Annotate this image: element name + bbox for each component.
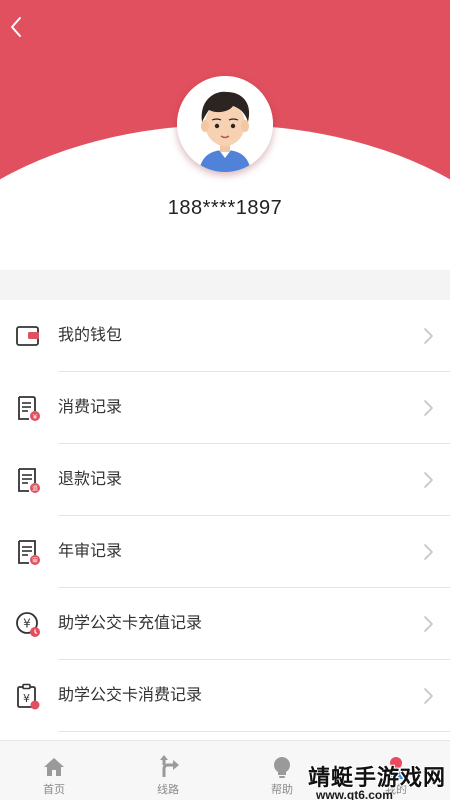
menu-label: 助学公交卡充值记录 [58, 615, 203, 632]
menu-item-annual-review-record[interactable]: 审 年审记录 [0, 516, 450, 588]
menu-label: 我的钱包 [58, 327, 123, 344]
site-watermark: 靖蜓手游戏网 www.qt6.com [308, 760, 448, 800]
tab-label: 线路 [157, 784, 179, 796]
tab-home[interactable]: 首页 [24, 741, 84, 800]
annual-review-icon: 审 [18, 540, 40, 565]
menu-label: 消费记录 [58, 399, 123, 416]
chevron-right-icon [424, 400, 433, 416]
divider [58, 731, 450, 732]
menu-item-student-card-consumption-record[interactable]: ¥ 助学公交卡消费记录 [0, 660, 450, 732]
chevron-left-icon [11, 17, 21, 37]
yuan-recharge-icon: ¥ [16, 612, 40, 637]
tab-label: 首页 [43, 784, 65, 796]
chevron-right-icon [424, 616, 433, 632]
refund-record-icon: 退 [18, 468, 40, 493]
menu-list: 我的钱包 ¥ 消费记录 退 退款记录 审 年审记录 ¥ 助学公交卡充值记录 ¥ … [0, 300, 450, 732]
chevron-right-icon [424, 328, 433, 344]
section-gap [0, 270, 450, 300]
consumption-record-icon: ¥ [18, 396, 40, 421]
chevron-right-icon [424, 472, 433, 488]
menu-item-wallet[interactable]: 我的钱包 [0, 300, 450, 372]
home-icon [44, 758, 64, 776]
tab-route[interactable]: 线路 [138, 741, 198, 800]
menu-item-consumption-record[interactable]: ¥ 消费记录 [0, 372, 450, 444]
svg-text:退: 退 [32, 485, 38, 493]
svg-text:¥: ¥ [23, 692, 30, 705]
svg-text:¥: ¥ [33, 413, 38, 421]
avatar[interactable] [177, 76, 273, 172]
clipboard-yuan-icon: ¥ [17, 683, 40, 710]
route-icon [160, 755, 179, 777]
profile-header: 188****1897 [0, 0, 450, 270]
menu-label: 助学公交卡消费记录 [58, 687, 203, 704]
svg-text:¥: ¥ [23, 617, 31, 631]
tab-help[interactable]: 帮助 [252, 741, 312, 800]
menu-item-student-card-recharge-record[interactable]: ¥ 助学公交卡充值记录 [0, 588, 450, 660]
menu-item-refund-record[interactable]: 退 退款记录 [0, 444, 450, 516]
wallet-icon [16, 326, 39, 346]
chevron-right-icon [424, 688, 433, 704]
lightbulb-icon [274, 757, 290, 778]
menu-label: 退款记录 [58, 471, 123, 488]
tab-label: 帮助 [271, 784, 293, 796]
phone-number: 188****1897 [167, 197, 283, 219]
chevron-right-icon [424, 544, 433, 560]
watermark-url: www.qt6.com [316, 788, 393, 800]
user-avatar-icon [177, 76, 273, 172]
back-button[interactable] [6, 14, 28, 40]
menu-label: 年审记录 [58, 543, 123, 560]
svg-text:审: 审 [32, 557, 38, 565]
